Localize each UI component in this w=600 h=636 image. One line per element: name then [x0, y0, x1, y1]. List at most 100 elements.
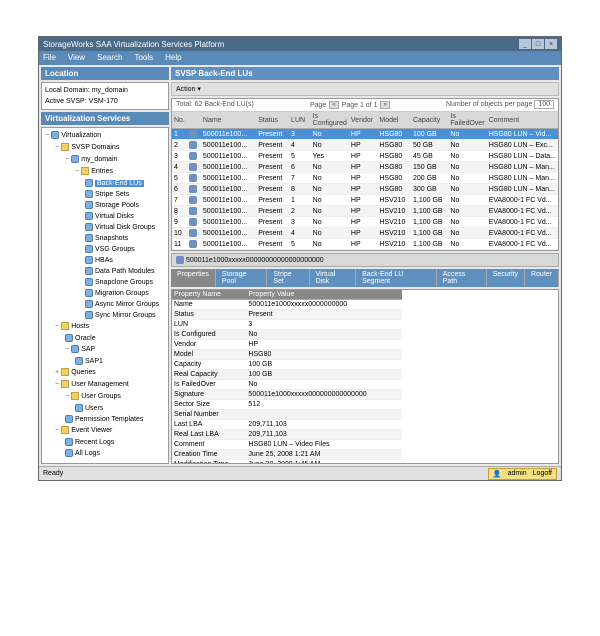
user-name: admin — [508, 470, 527, 478]
action-dropdown[interactable]: Action ▾ — [176, 86, 201, 93]
col-header[interactable]: Is Configured — [311, 112, 349, 129]
property-row: Real Capacity100 GB — [172, 370, 402, 380]
tree-item[interactable]: −my_domain — [65, 154, 165, 166]
status-bar: Ready 👤 admin Logoff — [39, 466, 561, 480]
tree-item[interactable]: Permission Templates — [65, 414, 165, 425]
window-controls: _ □ × — [519, 39, 557, 49]
menu-tools[interactable]: Tools — [134, 53, 153, 63]
col-header[interactable]: Model — [377, 112, 411, 129]
tree-item[interactable]: Migration Groups — [85, 288, 165, 299]
property-row: Is ConfiguredNo — [172, 330, 402, 340]
logoff-button[interactable]: Logoff — [533, 470, 552, 478]
tree-item[interactable]: Storage Pools — [85, 200, 165, 211]
page-first[interactable]: « — [329, 101, 338, 109]
tree-item[interactable]: −SVSP Domains — [55, 142, 165, 154]
menu-view[interactable]: View — [68, 53, 85, 63]
table-row[interactable]: 3500011e100...Present5YesHPHSG8045 GBNoH… — [172, 151, 558, 162]
close-button[interactable]: × — [545, 39, 557, 49]
menu-help[interactable]: Help — [165, 53, 181, 63]
lu-icon — [189, 240, 197, 248]
table-row[interactable]: 9500011e100...Present3NoHPHSV2101,100 GB… — [172, 217, 558, 228]
page-last[interactable]: » — [380, 101, 389, 109]
col-header[interactable]: Capacity — [411, 112, 448, 129]
col-header[interactable] — [187, 112, 201, 129]
tree-item[interactable]: −Event Viewer — [55, 425, 165, 437]
table-row[interactable]: 5500011e100...Present7NoHPHSG80200 GBNoH… — [172, 173, 558, 184]
table-row[interactable]: 1500011e100...Present3NoHPHSG80100 GBNoH… — [172, 129, 558, 140]
tree-item[interactable]: −User Management — [55, 379, 165, 391]
tree-item[interactable]: Back-End LUs — [85, 178, 165, 189]
property-row: VendorHP — [172, 340, 402, 350]
tree-item[interactable]: Snapshots — [85, 233, 165, 244]
col-header[interactable]: Vendor — [349, 112, 377, 129]
table-row[interactable]: 4500011e100...Present6NoHPHSG80150 GBNoH… — [172, 162, 558, 173]
tree-item[interactable]: −Hosts — [55, 321, 165, 333]
tree-item[interactable]: SAP1 — [75, 356, 165, 367]
user-icon: 👤 — [493, 470, 502, 478]
tree-item[interactable]: Oracle — [65, 333, 165, 344]
tree-item[interactable]: Virtual Disk Groups — [85, 222, 165, 233]
table-row[interactable]: 7500011e100...Present1NoHPHSV2101,100 GB… — [172, 195, 558, 206]
table-row[interactable]: 11500011e100...Present5NoHPHSV2101,100 G… — [172, 239, 558, 250]
tree-item[interactable]: Recent Logs — [65, 437, 165, 448]
tree-panel: −Virtualization−SVSP Domains−my_domain−E… — [41, 127, 169, 464]
col-header[interactable]: Status — [256, 112, 289, 129]
table-row[interactable]: 2500011e100...Present4NoHPHSG8050 GBNoHS… — [172, 140, 558, 151]
tree-item[interactable]: Virtual Disks — [85, 211, 165, 222]
property-row: ModelHSG80 — [172, 350, 402, 360]
tree-item[interactable]: Data Path Modules — [85, 266, 165, 277]
tree-item[interactable]: −User Groups — [65, 391, 165, 403]
maximize-button[interactable]: □ — [532, 39, 544, 49]
property-row: Serial Number — [172, 410, 402, 420]
lu-icon — [189, 229, 197, 237]
status-text: Ready — [43, 470, 63, 477]
table-row[interactable]: 6500011e100...Present8NoHPHSG80300 GBNoH… — [172, 184, 558, 195]
tree-item[interactable]: −SAP — [65, 344, 165, 356]
tree-item[interactable]: All Logs — [65, 448, 165, 459]
col-header[interactable]: Is FailedOver — [448, 112, 486, 129]
col-header[interactable]: Name — [201, 112, 256, 129]
tab-properties[interactable]: Properties — [171, 269, 216, 287]
minimize-button[interactable]: _ — [519, 39, 531, 49]
tree-item[interactable]: Sync Mirror Groups — [85, 310, 165, 321]
tree-item[interactable]: Stripe Sets — [85, 189, 165, 200]
tab-access-path[interactable]: Access Path — [437, 269, 487, 287]
total-count: Total: 62 Back-End LU(s) — [176, 101, 254, 109]
col-header[interactable]: Comment — [487, 112, 558, 129]
tab-security[interactable]: Security — [487, 269, 525, 287]
property-row: Creation TimeJune 25, 2008 1:21 AM — [172, 450, 402, 460]
menu-search[interactable]: Search — [97, 53, 122, 63]
table-row[interactable]: 8500011e100...Present2NoHPHSV2101,100 GB… — [172, 206, 558, 217]
tree-item[interactable]: Async Mirror Groups — [85, 299, 165, 310]
menu-bar: File View Search Tools Help — [39, 51, 561, 65]
property-row: Real Last LBA209,711,103 — [172, 430, 402, 440]
menu-file[interactable]: File — [43, 53, 56, 63]
title-bar: StorageWorks SAA Virtualization Services… — [39, 37, 561, 51]
per-page-value[interactable]: 100 — [534, 100, 554, 109]
col-header[interactable]: No. — [172, 112, 187, 129]
content-header: SVSP Back-End LUs — [171, 67, 559, 80]
tree-item[interactable]: HBAs — [85, 255, 165, 266]
tab-router[interactable]: Router — [525, 269, 559, 287]
property-row: Signature500011e1000xxxxx000000000000000 — [172, 390, 402, 400]
property-row: Modification TimeJune 30, 2008 1:45 AM — [172, 460, 402, 465]
tree-item[interactable]: VSG Groups — [85, 244, 165, 255]
property-row: Name500011e1000xxxxx0000000000 — [172, 300, 402, 310]
tab-virtual-disk[interactable]: Virtual Disk — [310, 269, 357, 287]
property-row: Is FailedOverNo — [172, 380, 402, 390]
lu-icon — [189, 196, 197, 204]
property-row: Sector Size512 — [172, 400, 402, 410]
tree-item[interactable]: Snapclone Groups — [85, 277, 165, 288]
lu-icon — [189, 207, 197, 215]
tree-item[interactable]: +Queries — [55, 367, 165, 379]
col-header[interactable]: LUN — [289, 112, 311, 129]
tree-item[interactable]: Users — [75, 403, 165, 414]
tree-item[interactable]: −Entries — [75, 166, 165, 178]
tab-stripe-set[interactable]: Stripe Set — [267, 269, 309, 287]
detail-tabs: PropertiesStorage PoolStripe SetVirtual … — [171, 269, 559, 287]
tab-back-end-lu-segment[interactable]: Back-End LU Segment — [356, 269, 437, 287]
tab-storage-pool[interactable]: Storage Pool — [216, 269, 267, 287]
lu-table: No. NameStatusLUNIs ConfiguredVendorModel… — [172, 112, 558, 250]
table-row[interactable]: 10500011e100...Present4NoHPHSV2101,100 G… — [172, 228, 558, 239]
tree-item[interactable]: −Virtualization — [45, 130, 165, 142]
